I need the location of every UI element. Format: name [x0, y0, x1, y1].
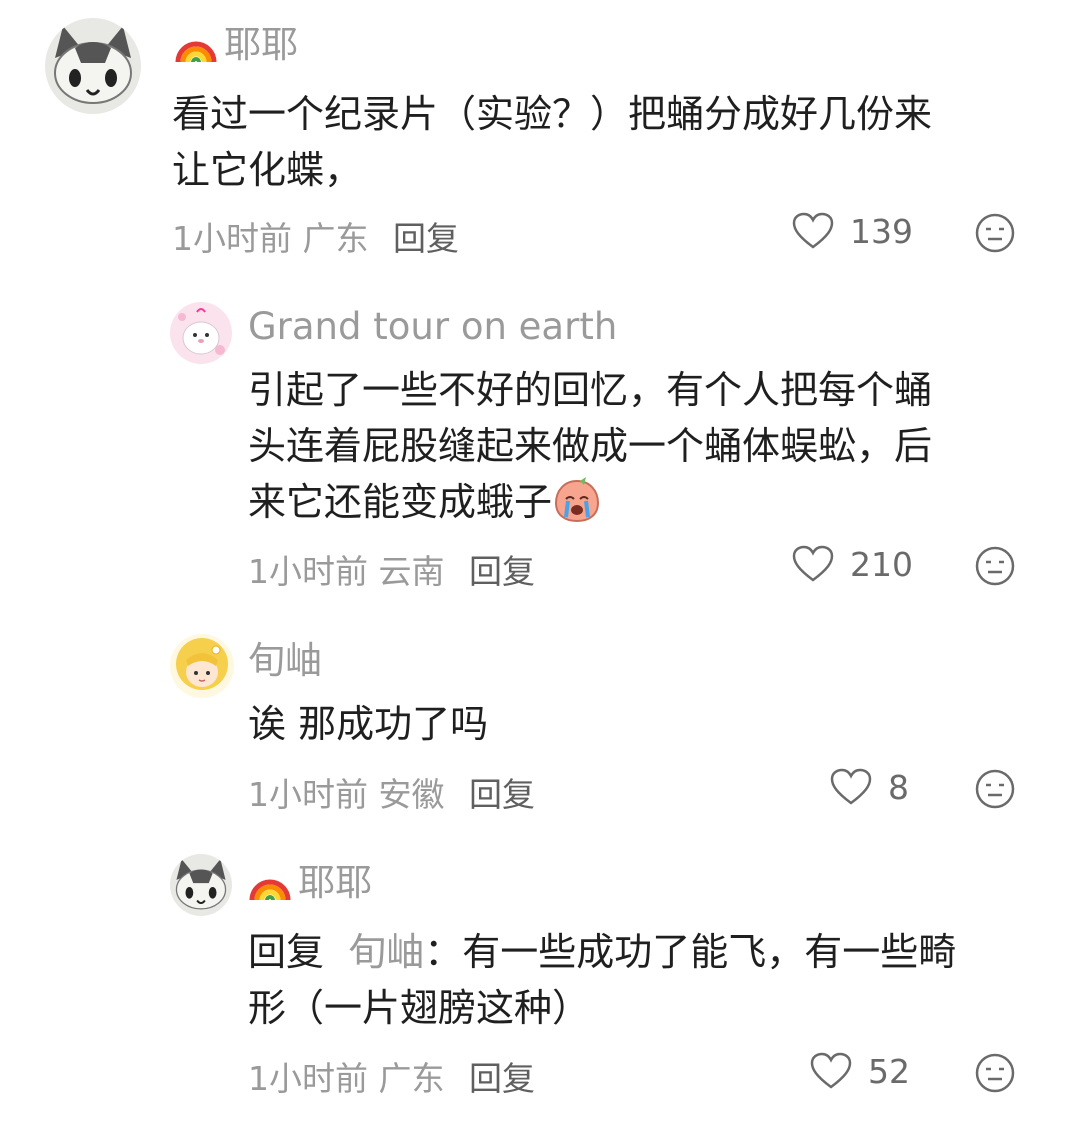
comment-meta: 1小时前 安徽 回复	[248, 768, 535, 816]
dislike-face-icon[interactable]	[974, 1052, 1016, 1094]
cat-avatar	[170, 854, 232, 916]
like-count: 210	[850, 544, 913, 584]
like-button[interactable]: 139	[792, 212, 913, 250]
author-name[interactable]: 旬岫	[248, 642, 322, 679]
like-button[interactable]: 8	[830, 768, 909, 806]
reply-button[interactable]: 回复	[469, 775, 535, 814]
comment-location: 安徽	[378, 775, 445, 814]
blonde-girl-avatar	[170, 634, 234, 698]
comment-meta: 1小时前 广东 回复	[248, 1052, 535, 1100]
author-avatar[interactable]	[170, 634, 234, 698]
comment-line-text: 来它还能变成蛾子	[248, 480, 553, 524]
comment-time: 1小时前	[248, 552, 368, 591]
dislike-face-icon[interactable]	[974, 545, 1016, 587]
author-name-text: 耶耶	[298, 860, 372, 904]
comment-line: 看过一个纪录片（实验？）把蛹分成好几份来	[172, 92, 933, 136]
like-count: 8	[888, 767, 909, 807]
comment-text[interactable]: 看过一个纪录片（实验？）把蛹分成好几份来 让它化蝶，	[172, 86, 932, 198]
heart-icon	[810, 1052, 852, 1089]
like-button[interactable]: 210	[792, 545, 913, 583]
comment-location: 云南	[378, 552, 445, 591]
crying-face-emoji	[555, 477, 600, 523]
comment-meta: 1小时前 广东 回复	[172, 212, 459, 260]
author-name-text: 旬岫	[248, 639, 322, 682]
seal-avatar	[170, 302, 232, 364]
reply-button[interactable]: 回复	[393, 219, 459, 258]
comment-meta: 1小时前 云南 回复	[248, 545, 535, 593]
reply-button[interactable]: 回复	[469, 1059, 535, 1098]
comment-location: 广东	[378, 1059, 445, 1098]
comment-line: 让它化蝶，	[172, 148, 363, 192]
rainbow-icon	[248, 862, 292, 902]
comment-line: 引起了一些不好的回忆，有个人把每个蛹	[248, 368, 933, 412]
comment-location: 广东	[302, 219, 369, 258]
comment-text[interactable]: 引起了一些不好的回忆，有个人把每个蛹 头连着屁股缝起来做成一个蛹体蜈蚣，后 来它…	[248, 362, 932, 530]
comment-line: 回复 旬岫：有一些成功了能飞，有一些畸	[248, 924, 956, 980]
reply-prefix: 回复	[248, 930, 325, 974]
heart-icon	[792, 212, 834, 249]
comment-time: 1小时前	[172, 219, 292, 258]
like-button[interactable]: 52	[810, 1052, 910, 1090]
comment-time: 1小时前	[248, 1059, 368, 1098]
like-count: 139	[850, 211, 913, 251]
comment-text[interactable]: 诶 那成功了吗	[248, 696, 488, 752]
author-name-text: Grand tour on earth	[248, 305, 618, 348]
cat-avatar	[45, 18, 141, 114]
dislike-face-icon[interactable]	[974, 768, 1016, 810]
comment-1: 耶耶 看过一个纪录片（实验？）把蛹分成好几份来 让它化蝶， 1小时前 广东 回复…	[0, 0, 1080, 270]
author-name[interactable]: 耶耶	[248, 862, 372, 902]
reply-to-user[interactable]: 旬岫	[348, 930, 424, 974]
author-avatar[interactable]	[170, 854, 232, 916]
comment-line: 形（一片翅膀这种）	[248, 986, 591, 1030]
author-name[interactable]: 耶耶	[174, 24, 298, 64]
reply-button[interactable]: 回复	[469, 552, 535, 591]
comment-4: 耶耶 回复 旬岫：有一些成功了能飞，有一些畸 形（一片翅膀这种） 1小时前 广东…	[0, 846, 1080, 1116]
heart-icon	[830, 768, 872, 805]
comment-time: 1小时前	[248, 775, 368, 814]
comment-line: 诶 那成功了吗	[248, 702, 489, 746]
heart-icon	[792, 545, 834, 582]
author-avatar[interactable]	[170, 302, 232, 364]
comment-2: Grand tour on earth 引起了一些不好的回忆，有个人把每个蛹 头…	[0, 290, 1080, 600]
dislike-face-icon[interactable]	[974, 212, 1016, 254]
like-count: 52	[868, 1051, 910, 1091]
comment-line-text: ：有一些成功了能飞，有一些畸	[424, 930, 957, 974]
comment-line: 头连着屁股缝起来做成一个蛹体蜈蚣，后	[248, 424, 933, 468]
comment-line: 来它还能变成蛾子	[248, 474, 932, 530]
comment-text[interactable]: 回复 旬岫：有一些成功了能飞，有一些畸 形（一片翅膀这种）	[248, 924, 956, 1036]
author-name[interactable]: Grand tour on earth	[248, 308, 617, 345]
author-avatar[interactable]	[45, 18, 141, 114]
comment-3: 旬岫 诶 那成功了吗 1小时前 安徽 回复 8	[0, 624, 1080, 834]
author-name-text: 耶耶	[224, 22, 298, 66]
rainbow-icon	[174, 24, 218, 64]
